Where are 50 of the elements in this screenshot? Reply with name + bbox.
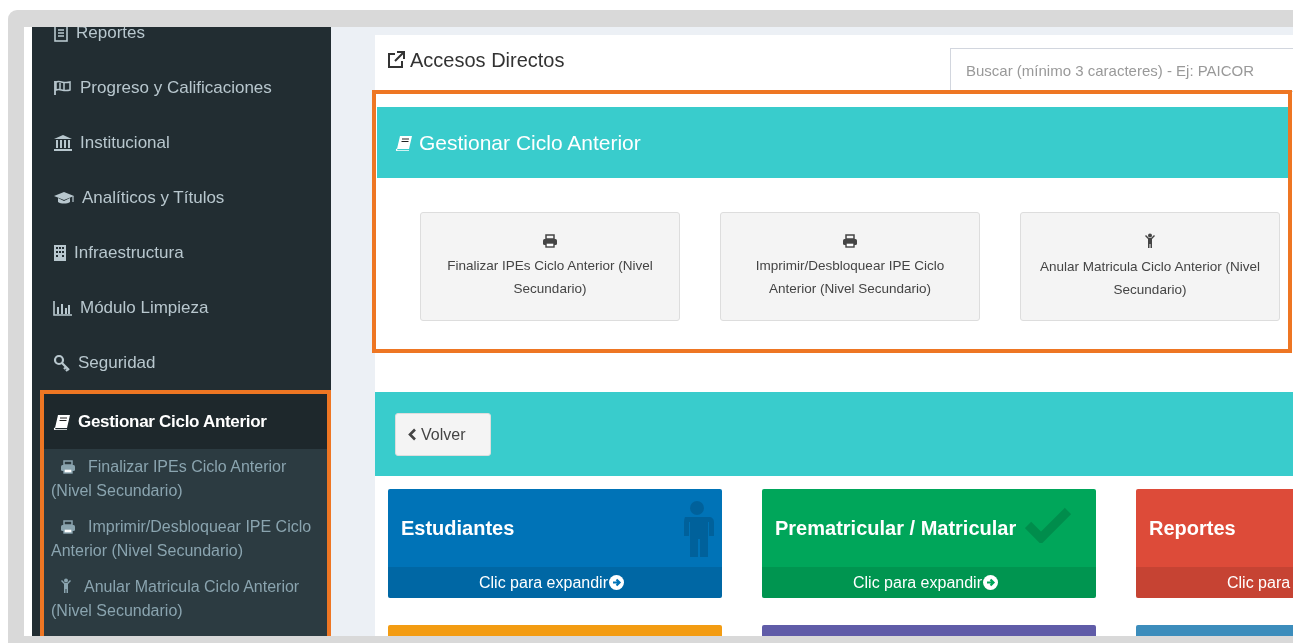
sidebar-item[interactable]: Institucional [32,115,331,170]
document-icon [53,27,69,42]
submenu-item[interactable]: Anular Matricula Ciclo Anterior (Nivel Secundario) [44,572,327,626]
shortcut-card[interactable]: Imprimir/Desbloquear IPE Ciclo Anterior (Nivel Secundario) [720,212,980,321]
back-button[interactable]: Volver [395,413,491,456]
page-title: Accesos Directos [410,48,565,72]
search-field[interactable]: Buscar (mínimo 3 caracteres) - Ej: PAICOR [950,48,1293,92]
person-icon [1144,232,1156,249]
shortcut-label: Imprimir/Desbloquear IPE Ciclo Anterior (Nivel Secundario) [754,256,946,298]
sidebar-item[interactable]: Infraestructura [32,225,331,280]
submenu-item[interactable]: Finalizar IPEs Ciclo Anterior (Nivel Secundario) [44,452,327,506]
shortcut-label: Anular Matricula Ciclo Anterior (Nivel Secundario) [1039,257,1261,299]
book-icon [395,134,413,151]
printer-icon [60,520,76,534]
key-icon [53,353,71,372]
printer-icon [60,460,76,474]
sidebar-item[interactable]: Seguridad [32,335,331,390]
shortcut-label: Finalizar IPEs Ciclo Anterior (Nivel Secundario) [446,256,654,298]
dashboard-tile[interactable]: Estudiantes Clic para expandir [388,489,722,598]
tile-footer[interactable]: Clic para expandir [388,567,722,598]
section-title: Gestionar Ciclo Anterior [419,130,641,155]
checkmark-icon [1025,507,1071,543]
tile-title: Estudiantes [401,516,515,540]
chevron-left-icon [408,428,417,441]
sidebar-item[interactable]: Progreso y Calificaciones [32,60,331,115]
dashboard-tile[interactable]: Prematricular / Matricular Clic para expandir [762,489,1096,598]
submenu-item[interactable]: Imprimir/Desbloquear IPE Ciclo Anterior (Nivel Secundario) [44,512,327,566]
flag-icon [53,79,73,96]
bar-chart-icon [53,299,73,316]
tile-footer-text: Clic para expandir [853,573,982,592]
sidebar-item[interactable]: Gestionar Ciclo Anterior [44,394,327,449]
sidebar-item[interactable]: Módulo Limpieza [32,280,331,335]
tile-footer-text: Clic para expandir [479,573,608,592]
shortcut-card[interactable]: Anular Matricula Ciclo Anterior (Nivel Secundario) [1020,212,1280,321]
person-icon [60,578,72,594]
shortcut-card[interactable]: Finalizar IPEs Ciclo Anterior (Nivel Secundario) [420,212,680,321]
bank-icon [53,133,73,152]
tile-title: Reportes [1149,516,1236,540]
building-icon [53,243,67,262]
tile-title: Prematricular / Matricular [775,516,1017,540]
book-icon [53,413,71,430]
printer-icon [842,233,858,248]
printer-icon [542,233,558,248]
graduation-cap-icon [53,189,75,206]
tile-footer[interactable]: Clic para [1136,567,1293,598]
external-link-icon [386,50,406,70]
dashboard-tile[interactable]: Reportes Clic para [1136,489,1293,598]
tile-footer-text: Clic para [1227,573,1291,592]
sidebar-item[interactable]: Analíticos y Títulos [32,170,331,225]
tile-footer[interactable]: Clic para expandir [762,567,1096,598]
